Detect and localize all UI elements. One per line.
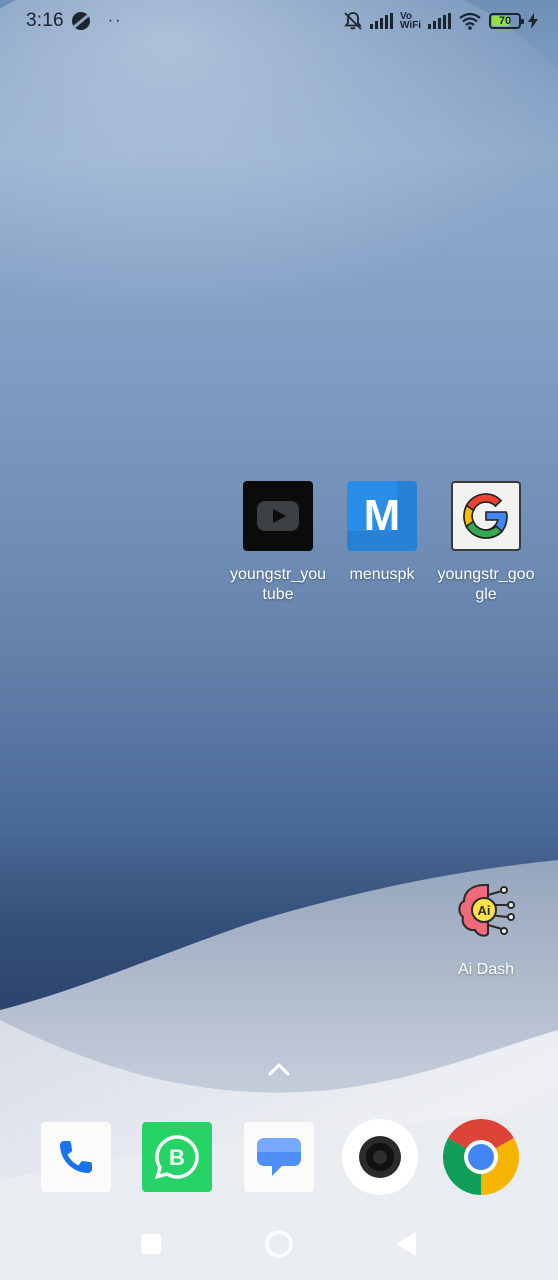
status-bar: 3:16 ·· Vo WiFi 70: [0, 0, 558, 42]
status-left: 3:16 ··: [26, 10, 122, 32]
app-label: menuspk: [349, 566, 415, 583]
youtube-play-icon: [257, 501, 299, 531]
charging-bolt-icon: [528, 13, 538, 29]
data-saver-icon: [71, 12, 90, 30]
google-icon[interactable]: [451, 481, 521, 551]
app-menuspk[interactable]: M menuspk: [332, 481, 432, 585]
message-bubble-icon: [257, 1138, 301, 1176]
app-label: youngstr_youtube: [229, 566, 327, 603]
app-label: youngstr_google: [437, 566, 535, 603]
whatsapp-business-icon[interactable]: B: [142, 1122, 212, 1192]
ai-glyph: Ai: [478, 903, 491, 918]
phone-icon[interactable]: [41, 1122, 111, 1192]
app-label: Ai Dash: [457, 961, 515, 978]
dock-phone[interactable]: [37, 1118, 115, 1196]
silent-bell-icon: [344, 12, 362, 30]
status-time: 3:16: [26, 10, 64, 31]
google-g-icon: [463, 493, 508, 539]
vowifi-bottom: WiFi: [399, 20, 421, 31]
home-icon: [265, 1230, 293, 1258]
whatsapp-b-glyph: B: [169, 1145, 185, 1170]
back-button[interactable]: [384, 1222, 428, 1266]
app-ai-dash[interactable]: Ai Ai Dash: [436, 876, 536, 980]
messages-icon[interactable]: [244, 1122, 314, 1192]
chrome-icon[interactable]: [442, 1118, 520, 1196]
dock-messages[interactable]: [240, 1118, 318, 1196]
home-button[interactable]: [257, 1222, 301, 1266]
wallpaper: [0, 0, 558, 1280]
recents-icon: [141, 1234, 161, 1254]
status-right: Vo WiFi 70: [343, 11, 538, 31]
dock-chrome[interactable]: [442, 1118, 520, 1196]
menuspk-icon[interactable]: M: [347, 481, 417, 551]
app-youngstr-youtube[interactable]: youngstr_youtube: [228, 481, 328, 605]
whatsapp-bubble-icon: B: [154, 1135, 199, 1179]
dock-camera[interactable]: [341, 1118, 419, 1196]
camera-icon[interactable]: [341, 1118, 419, 1196]
dock: B: [0, 1118, 558, 1196]
youtube-icon[interactable]: [243, 481, 313, 551]
ai-brain-icon: Ai: [458, 884, 515, 937]
signal-strength-2-icon: [428, 13, 451, 29]
wifi-icon: [459, 12, 481, 30]
battery-icon: 70: [489, 13, 524, 29]
phone-handset-icon: [60, 1141, 92, 1173]
signal-strength-icon: [369, 13, 393, 29]
battery-level: 70: [498, 15, 512, 27]
app-youngstr-google[interactable]: youngstr_google: [436, 481, 536, 605]
recents-button[interactable]: [129, 1222, 173, 1266]
vowifi-icon: Vo WiFi: [399, 12, 421, 31]
app-drawer-chevron-up-icon[interactable]: [267, 1058, 291, 1082]
dock-whatsapp-business[interactable]: B: [138, 1118, 216, 1196]
ai-dash-icon[interactable]: Ai: [451, 876, 521, 946]
back-icon: [396, 1232, 416, 1256]
navigation-bar: [0, 1222, 558, 1266]
more-notifications-icon: ··: [107, 12, 123, 29]
